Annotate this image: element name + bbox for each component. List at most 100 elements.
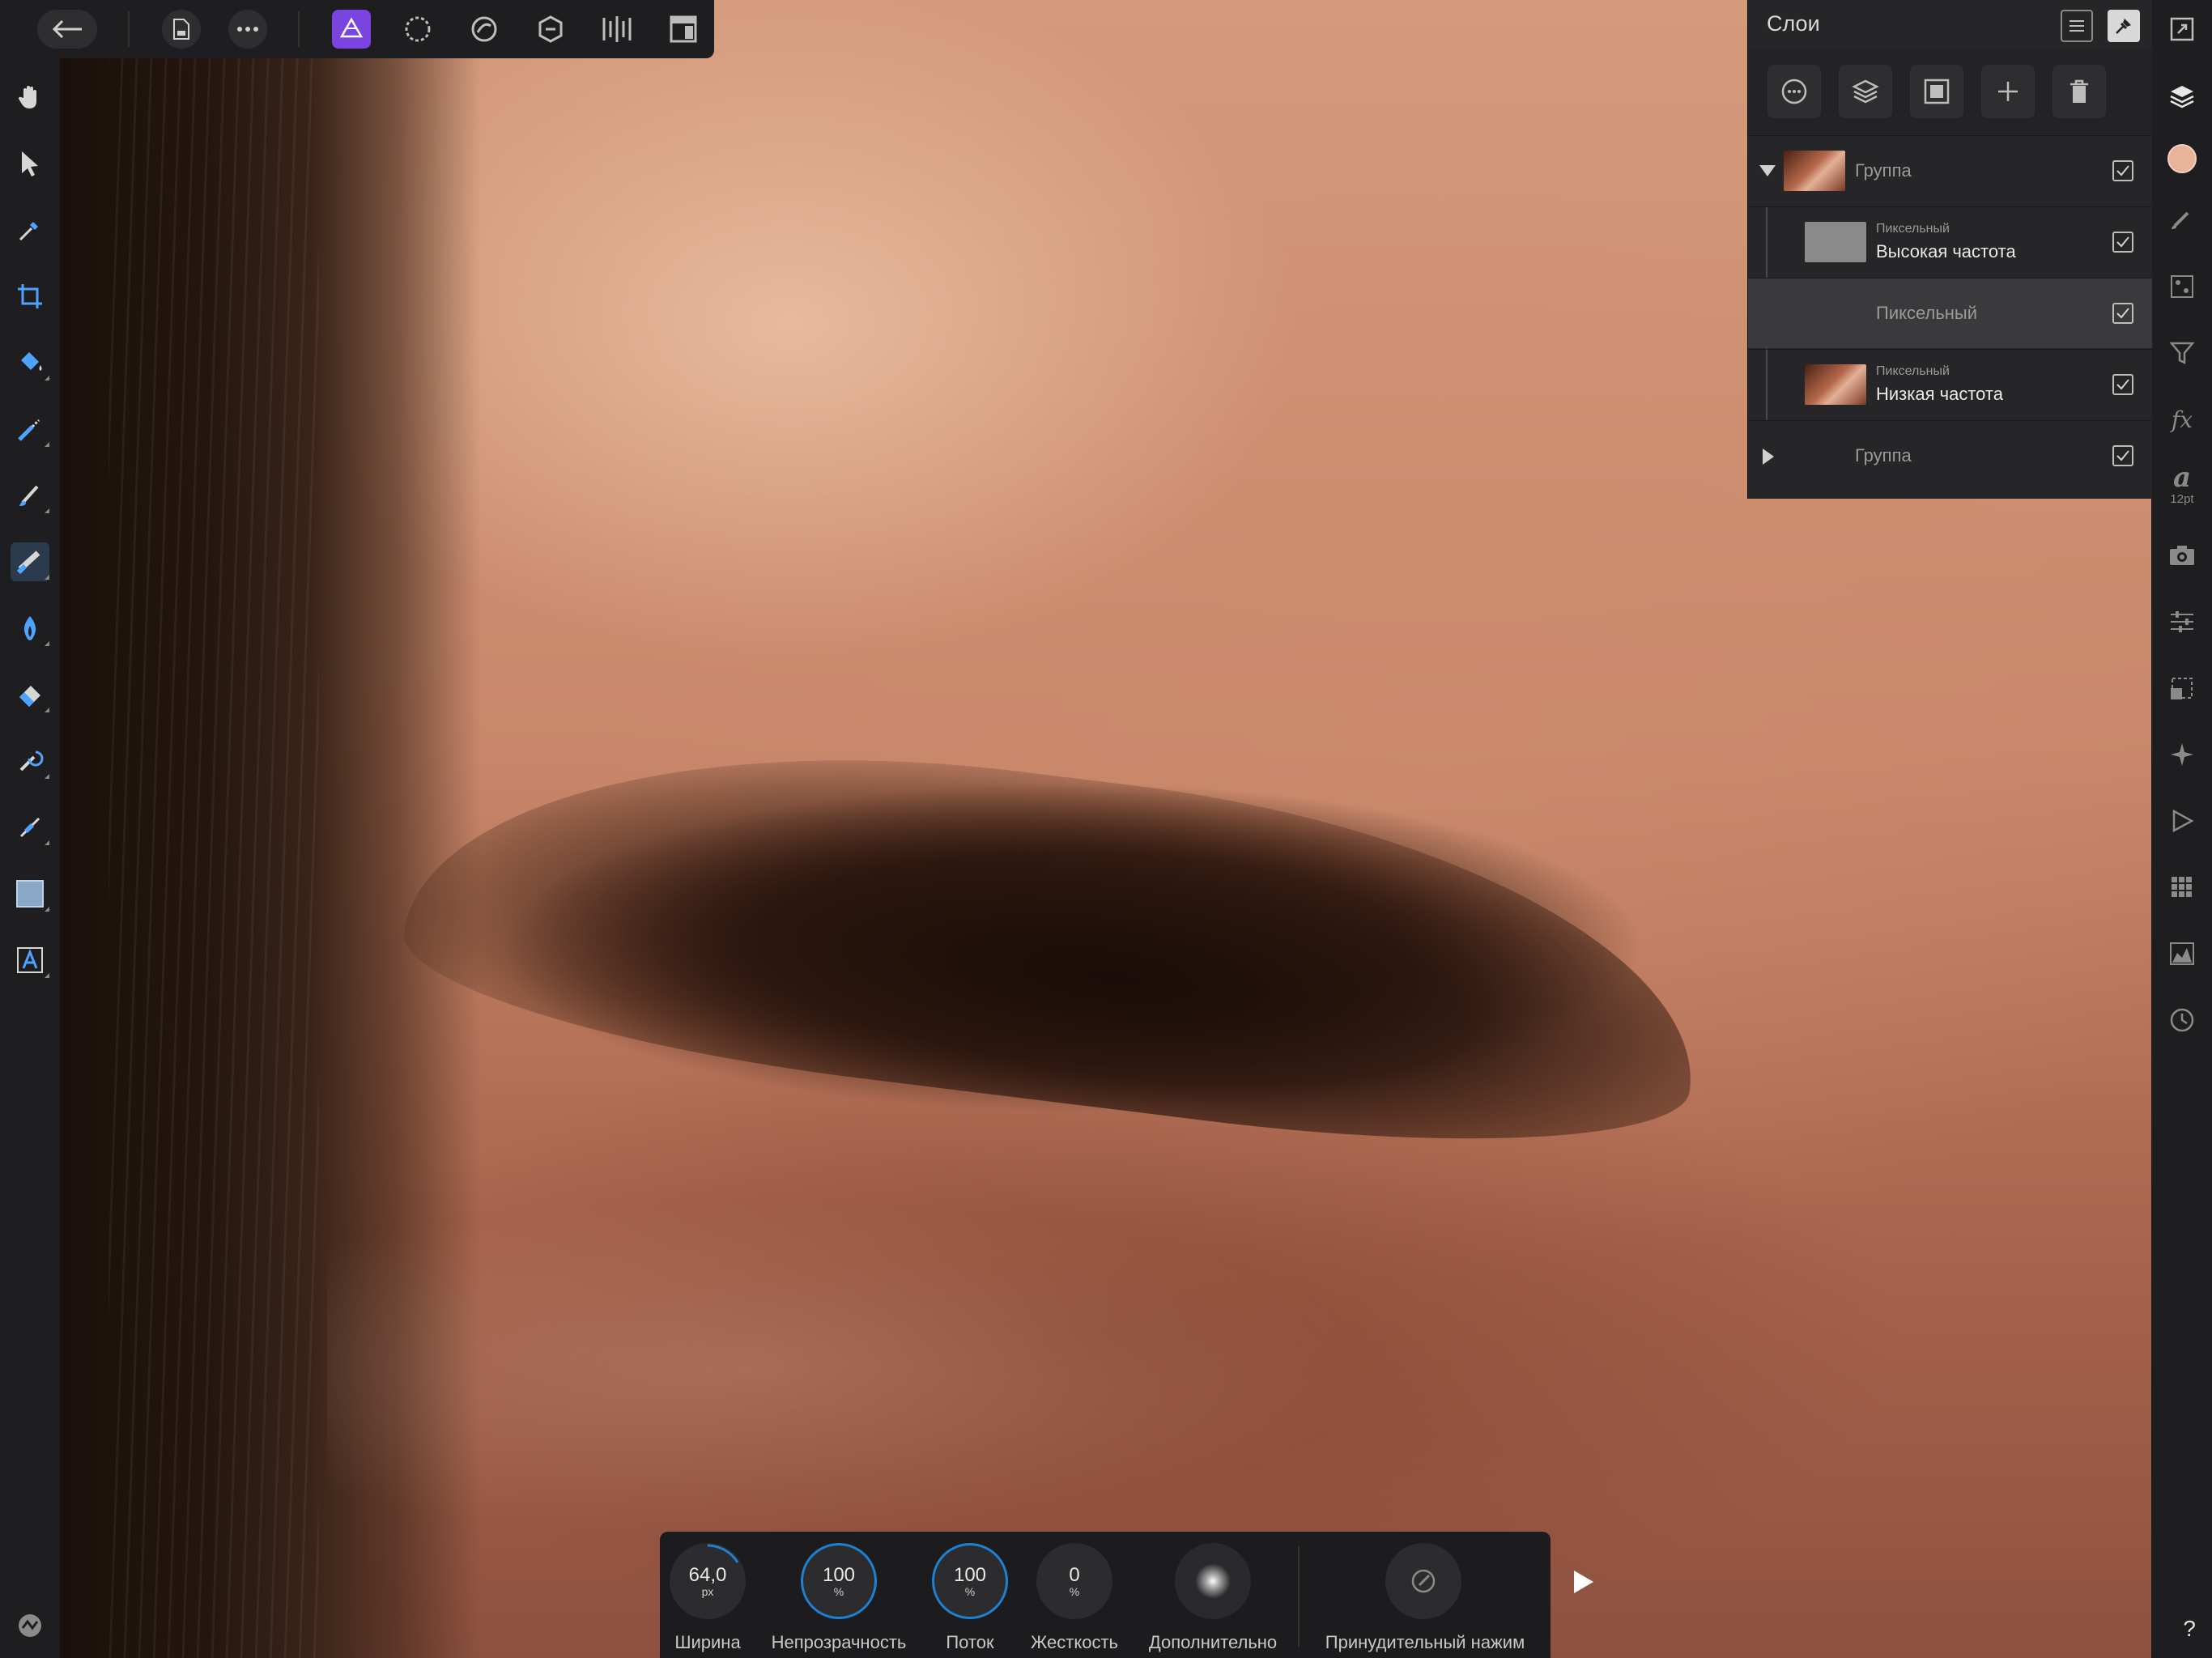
back-arrow-icon[interactable] [37,10,97,49]
develop-persona-icon[interactable] [465,10,504,49]
selection-brush-icon[interactable] [11,410,49,449]
history-icon[interactable] [2163,1001,2201,1039]
visibility-checkbox[interactable] [2112,303,2133,324]
layer-row[interactable]: Пиксельный Высокая частота [1748,206,2153,277]
hand-tool-icon[interactable] [11,78,49,117]
visibility-checkbox[interactable] [2112,374,2133,395]
export-persona-icon[interactable] [598,10,636,49]
hardness-value: 0 [1069,1564,1080,1586]
brushes-icon[interactable] [2163,199,2201,238]
text-size-label: 12pt [2170,491,2194,506]
soft-brush-preview-icon [1195,1563,1231,1599]
layer-name: Высокая частота [1876,241,2016,261]
visibility-checkbox[interactable] [2112,232,2133,253]
play-macro-icon[interactable] [1569,1567,1597,1596]
context-divider [1298,1546,1300,1647]
layer-row[interactable]: Группа [1748,135,2153,206]
fullscreen-icon[interactable] [2163,10,2201,49]
force-pressure-button[interactable] [1385,1543,1461,1619]
layer-type: Пиксельный [1876,364,1950,378]
pin-panel-icon[interactable] [2108,10,2140,42]
flood-fill-icon[interactable] [11,343,49,382]
layers-studio-icon[interactable] [2163,78,2201,117]
color-picker-icon[interactable] [11,210,49,249]
delete-layer-icon[interactable] [2052,65,2106,118]
layer-row[interactable]: Пиксельный Низкая частота [1748,349,2153,419]
layer-row[interactable]: Группа [1748,420,2153,491]
width-label: Ширина [674,1632,741,1652]
mask-layer-icon[interactable] [1910,65,1963,118]
pressure-icon [1411,1569,1436,1593]
opacity-dial[interactable]: 100 % [801,1543,877,1619]
view-mode-icon[interactable] [664,10,703,49]
top-toolbar [0,0,714,58]
move-tool-icon[interactable] [11,144,49,183]
opacity-label: Непрозрачность [771,1632,907,1652]
layers-panel: Слои Группа Пиксельный Высокая частота П… [1747,0,2153,499]
layer-thumbnail [1805,222,1866,262]
layer-name: Низкая частота [1876,384,2003,404]
tone-mapping-persona-icon[interactable] [531,10,570,49]
shape-tool-icon[interactable] [11,874,49,913]
layers-title: Слои [1767,11,1820,36]
layer-thumbnail [1784,151,1845,191]
paint-brush-icon[interactable] [11,476,49,515]
document-icon[interactable] [162,10,201,49]
eyelid-region [327,1198,1380,1538]
opacity-unit: % [833,1585,844,1598]
hardness-label: Жесткость [1030,1632,1119,1652]
liquify-persona-icon[interactable] [398,10,437,49]
opacity-value: 100 [822,1564,856,1586]
disclosure-collapsed-icon[interactable] [1763,449,1774,465]
layer-stack-icon[interactable] [1839,65,1892,118]
eyebrow-region [393,699,1719,1180]
layer-thumbnail [1805,364,1866,405]
layer-name: Группа [1855,445,1912,466]
pen-tool-icon[interactable] [11,808,49,847]
toolbar-divider [298,11,300,47]
visibility-checkbox[interactable] [2112,160,2133,181]
sliders-icon[interactable] [2163,602,2201,641]
hardness-dial[interactable]: 0 % [1036,1543,1112,1619]
clone-brush-icon[interactable] [11,742,49,780]
visibility-checkbox[interactable] [2112,445,2133,466]
transform-icon[interactable] [2163,669,2201,708]
layer-row-selected[interactable]: Пиксельный [1748,278,2153,348]
layer-options-icon[interactable] [1767,65,1821,118]
force-pressure-label: Принудительный нажим [1325,1632,1525,1652]
width-dial[interactable]: 64,0 px [670,1543,746,1619]
macro-play-icon[interactable] [2163,801,2201,840]
filter-icon[interactable] [2163,334,2201,372]
navigator-icon[interactable] [2163,735,2201,774]
effects-icon[interactable]: fx [2163,400,2201,439]
inpainting-brush-icon[interactable] [11,542,49,581]
panel-menu-icon[interactable] [2061,10,2093,42]
histogram-icon[interactable] [2163,934,2201,973]
hardness-unit: % [1069,1585,1080,1598]
stock-grid-icon[interactable] [2163,868,2201,907]
text-styles-icon[interactable]: a 12pt [2163,458,2201,510]
add-layer-icon[interactable] [1981,65,2035,118]
adjustments-icon[interactable] [2163,267,2201,306]
erase-tool-icon[interactable] [11,675,49,714]
advanced-label: Дополнительно [1148,1632,1278,1652]
assistant-icon[interactable] [11,1606,49,1645]
tools-panel [0,58,60,1658]
camera-icon[interactable] [2163,536,2201,575]
flow-label: Поток [946,1632,994,1652]
burn-tool-icon[interactable] [11,609,49,648]
more-icon[interactable] [228,10,267,49]
photo-persona-icon[interactable] [332,10,371,49]
context-toolbar: 64,0 px Ширина 100 % Непрозрачность 100 … [660,1532,1551,1658]
help-icon[interactable]: ? [2183,1616,2196,1642]
layer-type: Пиксельный [1876,222,1950,236]
text-tool-icon[interactable] [11,941,49,980]
layer-actions-bar [1748,50,2153,134]
color-swatch[interactable] [2163,139,2201,178]
flow-value: 100 [953,1564,987,1586]
advanced-brush-preview[interactable] [1175,1543,1251,1619]
crop-tool-icon[interactable] [11,277,49,316]
disclosure-expanded-icon[interactable] [1759,165,1776,176]
flow-dial[interactable]: 100 % [932,1543,1008,1619]
flow-unit: % [964,1585,976,1598]
